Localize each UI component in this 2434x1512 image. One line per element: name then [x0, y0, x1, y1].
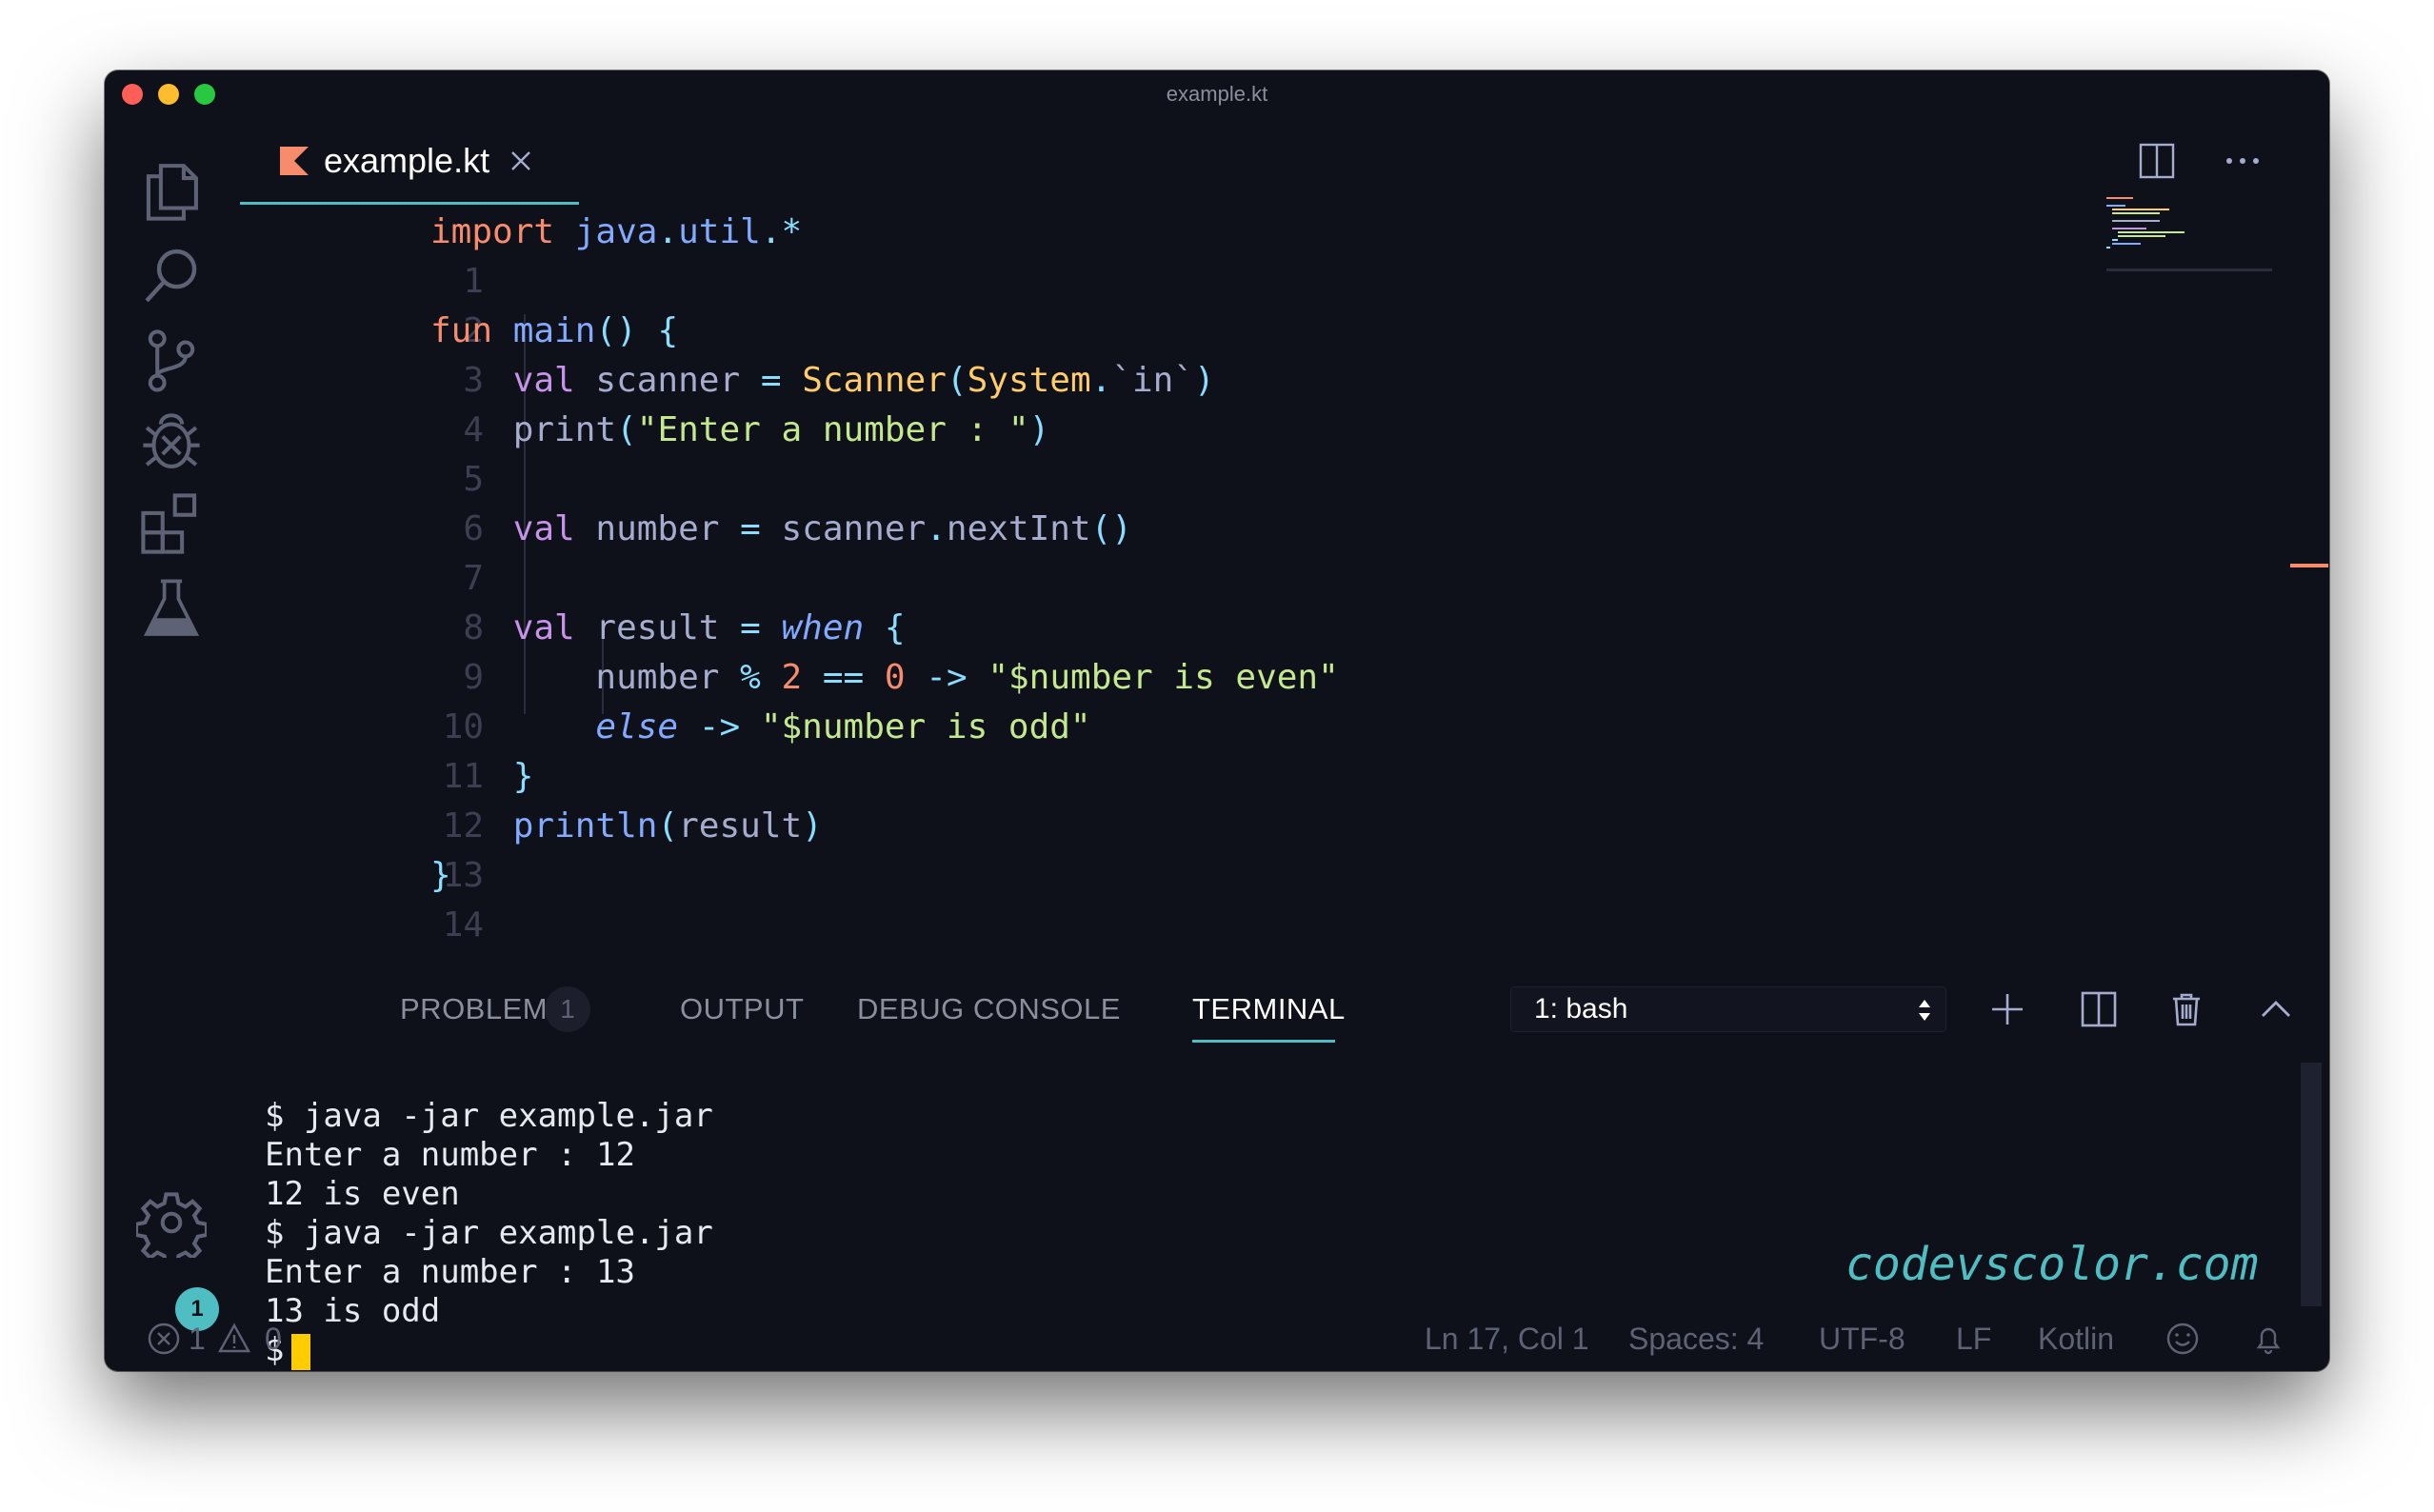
tab-output[interactable]: OUTPUT — [680, 975, 804, 1044]
watermark: codevscolor.com — [1845, 1238, 2259, 1291]
code-line: 10 number % 2 == 0 -> "$number is even" — [430, 658, 1339, 746]
code-line: 12 } — [442, 757, 534, 846]
editor-window: example.kt 1 example.kt 1 import java.ut… — [105, 70, 2329, 1371]
error-count[interactable]: 1 — [189, 1322, 206, 1357]
tab-debug-console[interactable]: DEBUG CONSOLE — [857, 975, 1121, 1044]
terminal-scrollbar[interactable] — [2301, 1063, 2322, 1306]
settings-gear-icon[interactable] — [133, 1184, 209, 1261]
select-arrows-icon — [1919, 1000, 1930, 1021]
new-terminal-icon[interactable] — [1983, 985, 2032, 1034]
code-line: 1 import java.util.* — [430, 212, 803, 301]
terminal-line: Enter a number : 13 — [265, 1253, 635, 1291]
search-icon[interactable] — [133, 238, 209, 314]
code-line: 3 fun main() { — [430, 311, 679, 400]
close-tab-icon[interactable] — [507, 147, 535, 175]
source-control-icon[interactable] — [133, 322, 209, 398]
terminal-line: 12 is even — [265, 1175, 460, 1213]
tab-label: example.kt — [324, 141, 490, 180]
title-bar: example.kt — [105, 70, 2329, 118]
problems-count-badge: 1 — [545, 986, 590, 1032]
activity-bar: 1 — [105, 118, 240, 1331]
minimap-slider[interactable] — [2106, 269, 2272, 271]
trash-icon[interactable] — [2162, 985, 2211, 1034]
kotlin-file-icon — [280, 147, 309, 175]
terminal-line: $ java -jar example.jar — [265, 1214, 713, 1252]
feedback-smiley-icon[interactable] — [2165, 1322, 2200, 1356]
code-line: 11 else -> "$number is odd" — [442, 707, 1091, 796]
code-line: 14 } — [430, 856, 485, 945]
test-flask-icon[interactable] — [133, 571, 209, 647]
tab-example-kt[interactable]: example.kt — [240, 118, 579, 204]
end-of-line[interactable]: LF — [1956, 1322, 1991, 1357]
code-line: 4 val scanner = Scanner(System.`in`) — [463, 361, 1215, 449]
window-title: example.kt — [1166, 82, 1268, 106]
code-editor[interactable]: 1 import java.util.* 2 3 fun main() { 4 … — [240, 208, 2221, 969]
warning-count[interactable]: 0 — [265, 1322, 282, 1357]
maximize-panel-icon[interactable] — [2251, 985, 2301, 1034]
code-line: 9 val result = when { — [463, 608, 906, 697]
extensions-icon[interactable] — [133, 486, 209, 562]
status-bar: 1 0 Ln 17, Col 1 Spaces: 4 UTF-8 LF Kotl… — [105, 1304, 2329, 1371]
code-line: 6 — [463, 509, 485, 548]
more-actions-icon[interactable] — [2219, 137, 2266, 185]
code-line: 2 — [463, 311, 485, 350]
notifications-bell-icon[interactable] — [2251, 1322, 2285, 1356]
debug-icon[interactable] — [133, 404, 209, 480]
code-line: 7 val number = scanner.nextInt() — [463, 509, 1132, 598]
terminal-line: $ java -jar example.jar — [265, 1097, 713, 1135]
scrollbar-marker — [2290, 564, 2328, 567]
tab-problems[interactable]: PROBLEMS — [400, 975, 568, 1044]
tab-terminal[interactable]: TERMINAL — [1192, 975, 1346, 1044]
code-line: 13 println(result) — [442, 806, 823, 895]
error-icon[interactable] — [147, 1322, 181, 1356]
explorer-icon[interactable] — [133, 152, 209, 229]
code-line: 5 print("Enter a number : ") — [430, 410, 1050, 499]
split-terminal-icon[interactable] — [2074, 985, 2124, 1034]
active-tab-indicator — [240, 202, 579, 205]
terminal-line: Enter a number : 12 — [265, 1136, 635, 1174]
encoding[interactable]: UTF-8 — [1819, 1322, 1905, 1357]
terminal-selector-value: 1: bash — [1534, 993, 1628, 1025]
language-mode[interactable]: Kotlin — [2038, 1322, 2114, 1357]
cursor-position[interactable]: Ln 17, Col 1 — [1425, 1322, 1589, 1357]
split-editor-icon[interactable] — [2133, 137, 2181, 185]
active-panel-tab-indicator — [1192, 1040, 1335, 1043]
warning-icon[interactable] — [217, 1322, 251, 1356]
terminal-selector[interactable]: 1: bash — [1510, 986, 1946, 1032]
code-line: 8 — [463, 608, 485, 647]
indentation[interactable]: Spaces: 4 — [1628, 1322, 1764, 1357]
